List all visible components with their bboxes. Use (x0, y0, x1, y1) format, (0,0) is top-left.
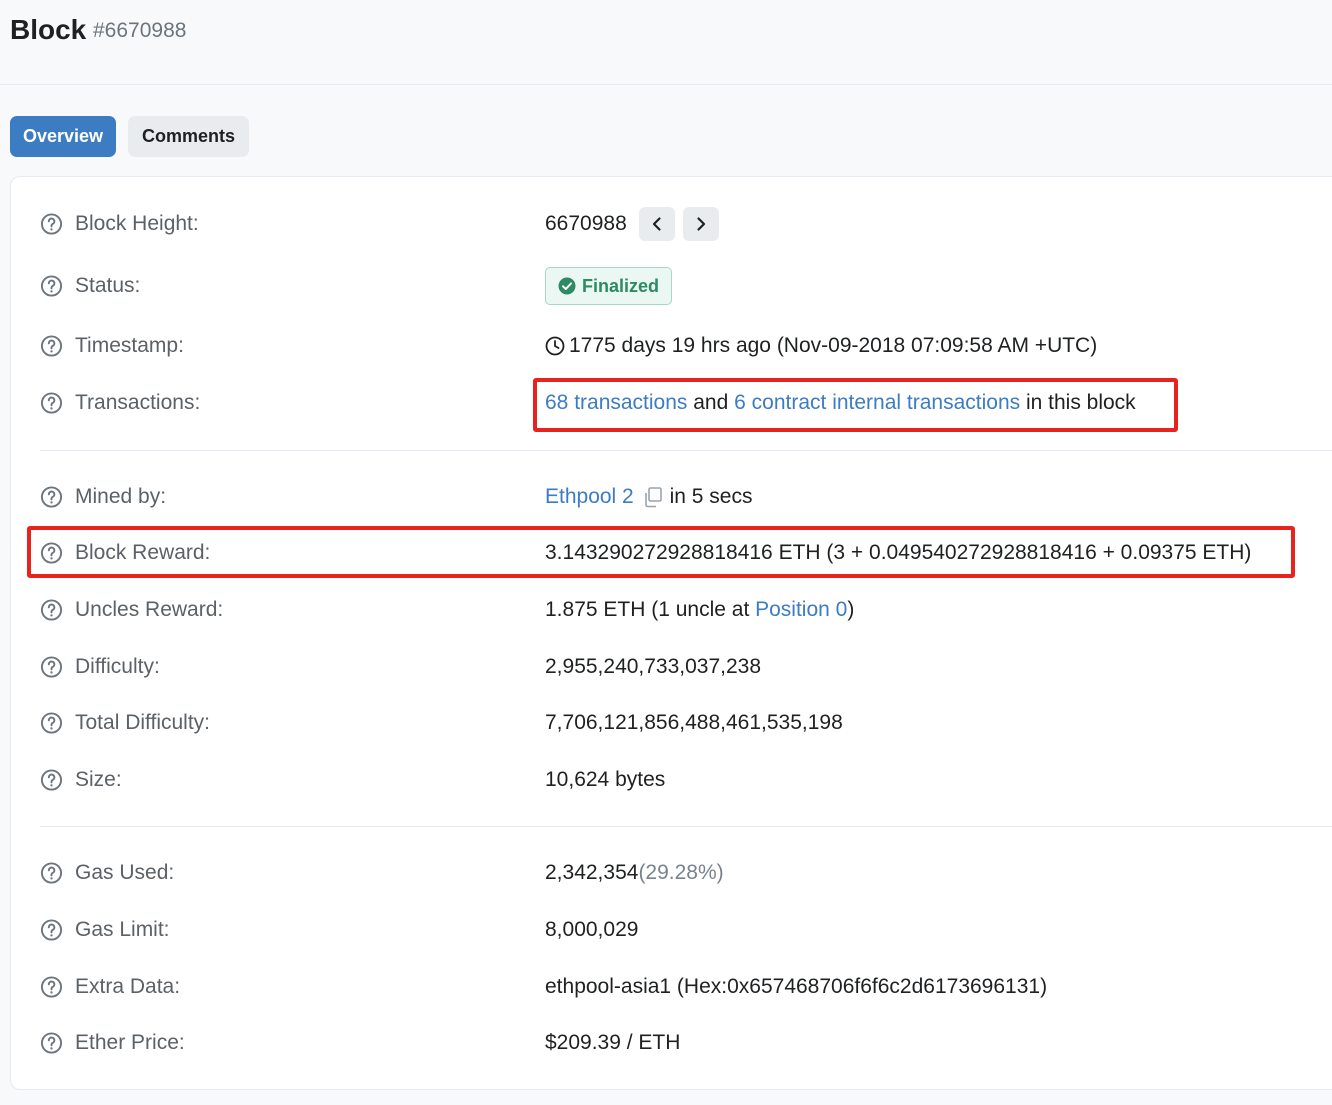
question-circle-icon[interactable] (40, 769, 63, 792)
timestamp-value-group: 1775 days 19 hrs ago (Nov-09-2018 07:09:… (545, 334, 1097, 358)
size-value: 10,624 bytes (545, 768, 666, 791)
row-mined-by: Mined by: Ethpool 2 in 5 secs (0, 477, 1332, 517)
status-label: Status: (75, 274, 141, 297)
row-size: Size: 10,624 bytes (0, 760, 1332, 800)
block-reward-highlight-box (27, 526, 1295, 578)
question-circle-icon[interactable] (40, 1032, 63, 1055)
row-uncles-reward: Uncles Reward: 1.875 ETH (1 uncle at Pos… (0, 590, 1332, 630)
row-difficulty: Difficulty: 2,955,240,733,037,238 (0, 647, 1332, 687)
block-overview-card (10, 176, 1332, 1090)
row-block-height: Block Height: 6670988 (0, 204, 1332, 244)
timestamp-value: 1775 days 19 hrs ago (Nov-09-2018 07:09:… (569, 334, 1098, 357)
timestamp-label: Timestamp: (75, 334, 184, 357)
uncle-position-link[interactable]: Position 0 (755, 598, 847, 622)
row-ether-price: Ether Price: $209.39 / ETH (0, 1023, 1332, 1063)
difficulty-value: 2,955,240,733,037,238 (545, 655, 762, 678)
row-extra-data: Extra Data: ethpool-asia1 (Hex:0x6574687… (0, 967, 1332, 1007)
block-number-subtitle: #6670988 (93, 19, 187, 42)
question-circle-icon[interactable] (40, 599, 63, 622)
mined-by-label: Mined by: (75, 485, 167, 508)
clock-icon (545, 336, 565, 356)
tab-comments[interactable]: Comments (128, 116, 249, 157)
transactions-highlight-box (533, 378, 1178, 432)
row-total-difficulty: Total Difficulty: 7,706,121,856,488,461,… (0, 703, 1332, 743)
question-circle-icon[interactable] (40, 275, 63, 298)
page-header: Block #6670988 (0, 0, 1332, 85)
question-circle-icon[interactable] (40, 712, 63, 735)
row-gas-limit: Gas Limit: 8,000,029 (0, 910, 1332, 950)
next-block-button[interactable] (682, 207, 719, 241)
gas-used-value-group: 2,342,354 (29.28%) (545, 861, 724, 885)
block-height-value: 6670988 (545, 212, 627, 235)
page-title: Block (10, 14, 87, 45)
block-height-label: Block Height: (75, 212, 199, 235)
check-circle-icon (558, 277, 576, 295)
question-circle-icon[interactable] (40, 919, 63, 942)
mined-by-suffix: in 5 secs (663, 485, 753, 508)
row-status: Status: Finalized (0, 266, 1332, 306)
question-circle-icon[interactable] (40, 392, 63, 415)
section-divider (40, 826, 1332, 827)
gas-used-percent: (29.28%) (638, 861, 724, 884)
ether-price-value: $209.39 / ETH (545, 1031, 681, 1054)
question-circle-icon[interactable] (40, 862, 63, 885)
gas-limit-label: Gas Limit: (75, 918, 170, 941)
uncles-reward-value-group: 1.875 ETH (1 uncle at Position 0 ) (545, 598, 854, 622)
chevron-right-icon (697, 217, 705, 231)
transactions-label: Transactions: (75, 391, 201, 414)
total-difficulty-value: 7,706,121,856,488,461,535,198 (545, 711, 843, 734)
question-circle-icon[interactable] (40, 213, 63, 236)
gas-limit-value: 8,000,029 (545, 918, 639, 941)
uncles-reward-prefix: 1.875 ETH (1 uncle at (545, 598, 756, 621)
question-circle-icon[interactable] (40, 976, 63, 999)
status-text: Finalized (582, 275, 660, 296)
status-value-group: Finalized (545, 267, 673, 305)
tab-overview[interactable]: Overview (10, 116, 116, 157)
question-circle-icon[interactable] (40, 656, 63, 679)
ether-price-label: Ether Price: (75, 1031, 185, 1054)
size-label: Size: (75, 768, 122, 791)
extra-data-label: Extra Data: (75, 975, 181, 998)
extra-data-value: ethpool-asia1 (Hex:0x657468706f6f6c2d617… (545, 975, 1048, 998)
difficulty-label: Difficulty: (75, 655, 160, 678)
chevron-left-icon (652, 217, 661, 231)
total-difficulty-label: Total Difficulty: (75, 711, 210, 734)
gas-used-value: 2,342,354 (545, 861, 639, 884)
block-height-value-group: 6670988 (545, 207, 719, 241)
status-badge: Finalized (545, 267, 673, 305)
uncles-reward-suffix: ) (847, 598, 855, 621)
copy-icon[interactable] (642, 486, 664, 508)
mined-by-value-group: Ethpool 2 in 5 secs (545, 485, 752, 509)
question-circle-icon[interactable] (40, 335, 63, 358)
uncles-reward-label: Uncles Reward: (75, 598, 224, 621)
section-divider (40, 450, 1332, 451)
previous-block-button[interactable] (638, 207, 675, 241)
row-gas-used: Gas Used: 2,342,354 (29.28%) (0, 853, 1332, 893)
gas-used-label: Gas Used: (75, 861, 175, 884)
question-circle-icon[interactable] (40, 486, 63, 509)
miner-link[interactable]: Ethpool 2 (545, 485, 634, 509)
row-timestamp: Timestamp: 1775 days 19 hrs ago (Nov-09-… (0, 326, 1332, 366)
